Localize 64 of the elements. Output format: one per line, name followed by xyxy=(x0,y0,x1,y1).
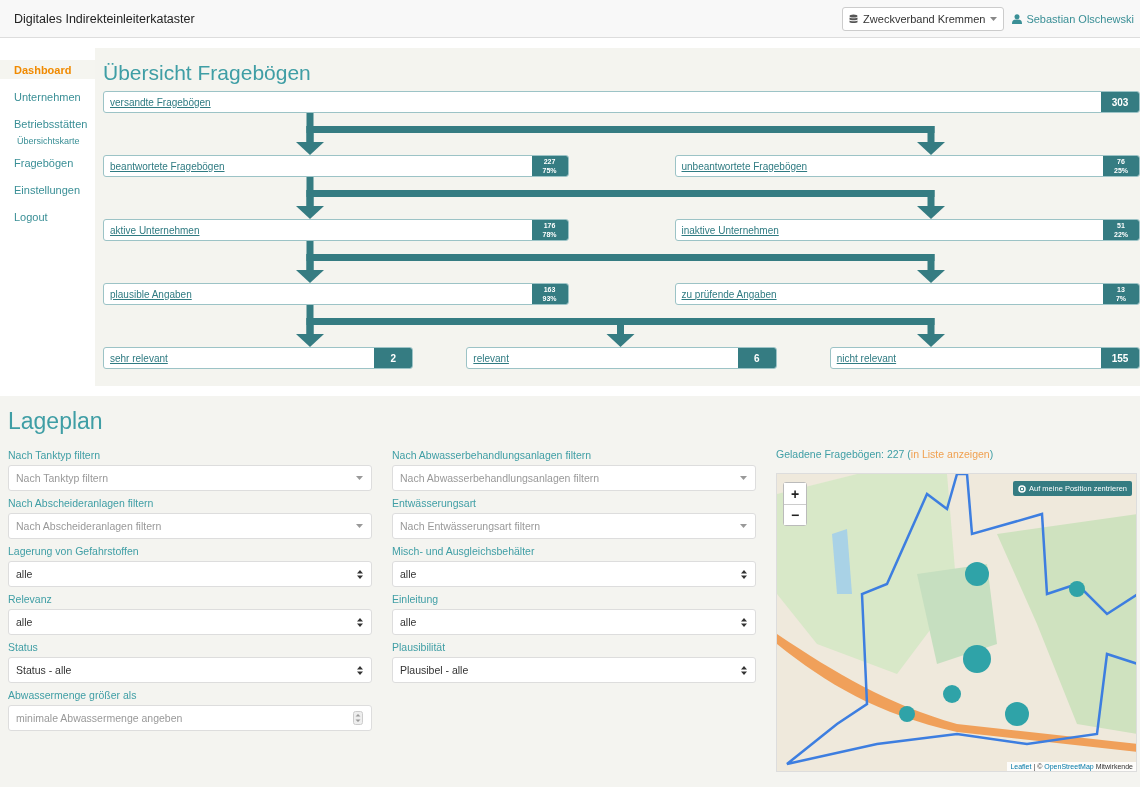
count-badge: 2 xyxy=(374,348,413,368)
app-title: Digitales Indirekteinleiterkataster xyxy=(14,11,196,26)
multiselect-field[interactable]: Nach Tanktyp filtern xyxy=(8,465,372,491)
sidebar-item[interactable]: Unternehmen xyxy=(0,87,95,106)
field-label: Einleitung xyxy=(392,592,440,606)
sort-arrows-icon xyxy=(741,665,747,675)
sort-arrows-icon xyxy=(357,665,363,675)
sort-arrows-icon xyxy=(357,569,363,579)
stat-link[interactable]: nicht relevant xyxy=(830,352,1101,364)
caret-icon xyxy=(356,476,363,480)
field-label: Nach Tanktyp filtern xyxy=(8,448,102,462)
stat-link[interactable]: inaktive Unternehmen xyxy=(675,224,1103,236)
sidebar-item[interactable]: Einstellungen xyxy=(0,180,95,199)
stat-link[interactable]: aktive Unternehmen xyxy=(104,224,532,236)
field-label: Entwässerungsart xyxy=(392,496,478,510)
caret-icon xyxy=(740,476,747,480)
field-label: Misch- und Ausgleichsbehälter xyxy=(392,544,536,558)
count-badge: 6 xyxy=(737,348,776,368)
sidebar-item[interactable]: Logout xyxy=(0,207,95,226)
section-title: Übersicht Fragebögen xyxy=(103,60,312,86)
crosshair-icon xyxy=(1018,484,1027,493)
caret-icon xyxy=(740,524,747,528)
count-badge: 303 xyxy=(1101,92,1139,112)
count-badge: 155 xyxy=(1101,348,1139,368)
loaded-count-text: Geladene Fragebögen: 227 (in Liste anzeigen) xyxy=(776,448,995,462)
field-label: Nach Abscheideranlagen filtern xyxy=(8,496,155,510)
user-link[interactable]: Sebastian Olschewski xyxy=(1012,12,1134,25)
multiselect-field[interactable]: Nach Abwasserbehandlungsanlagen filtern xyxy=(392,465,756,491)
stat-link[interactable]: beantwortete Fragebögen xyxy=(104,160,532,172)
select-field[interactable]: alle xyxy=(392,561,756,587)
select-field[interactable]: Plausibel - alle xyxy=(392,657,756,683)
field-label: Abwassermenge größer als xyxy=(8,688,138,702)
stat-link[interactable]: versandte Fragebögen xyxy=(104,96,1101,108)
number-field[interactable]: minimale Abwassermenge angeben xyxy=(8,705,372,731)
zoom-out-button[interactable]: − xyxy=(784,504,806,525)
select-field[interactable]: alle xyxy=(8,609,372,635)
section-title: Lageplan xyxy=(8,407,104,436)
multiselect-field[interactable]: Nach Entwässerungsart filtern xyxy=(392,513,756,539)
field-label: Plausibilität xyxy=(392,640,447,654)
sidebar-subitem[interactable]: Übersichtskarte xyxy=(0,132,95,151)
sort-arrows-icon xyxy=(741,617,747,627)
stat-link[interactable]: plausible Angaben xyxy=(104,288,532,300)
caret-icon xyxy=(356,524,363,528)
select-field[interactable]: alle xyxy=(8,561,372,587)
multiselect-field[interactable]: Nach Abscheideranlagen filtern xyxy=(8,513,372,539)
field-label: Status xyxy=(8,640,39,654)
sort-arrows-icon xyxy=(741,569,747,579)
sidebar-item[interactable]: Betriebsstätten xyxy=(0,114,95,133)
field-label: Lagerung von Gefahrstoffen xyxy=(8,544,140,558)
field-label: Nach Abwasserbehandlungsanlagen filtern xyxy=(392,448,593,462)
database-icon xyxy=(849,13,859,24)
stat-link[interactable]: relevant xyxy=(467,352,738,364)
stat-link[interactable]: sehr relevant xyxy=(104,352,375,364)
select-field[interactable]: Status - alle xyxy=(8,657,372,683)
sort-arrows-icon xyxy=(357,617,363,627)
sidebar-item[interactable]: Fragebögen xyxy=(0,153,95,172)
user-icon xyxy=(1012,13,1023,24)
field-label: Relevanz xyxy=(8,592,53,606)
select-field[interactable]: alle xyxy=(392,609,756,635)
caret-icon xyxy=(990,16,998,21)
stat-link[interactable]: zu prüfende Angaben xyxy=(675,288,1103,300)
spinner-icon xyxy=(353,711,363,725)
organization-dropdown[interactable]: Zweckverband Kremmen xyxy=(842,6,1005,31)
stat-link[interactable]: unbeantwortete Fragebögen xyxy=(675,160,1103,172)
